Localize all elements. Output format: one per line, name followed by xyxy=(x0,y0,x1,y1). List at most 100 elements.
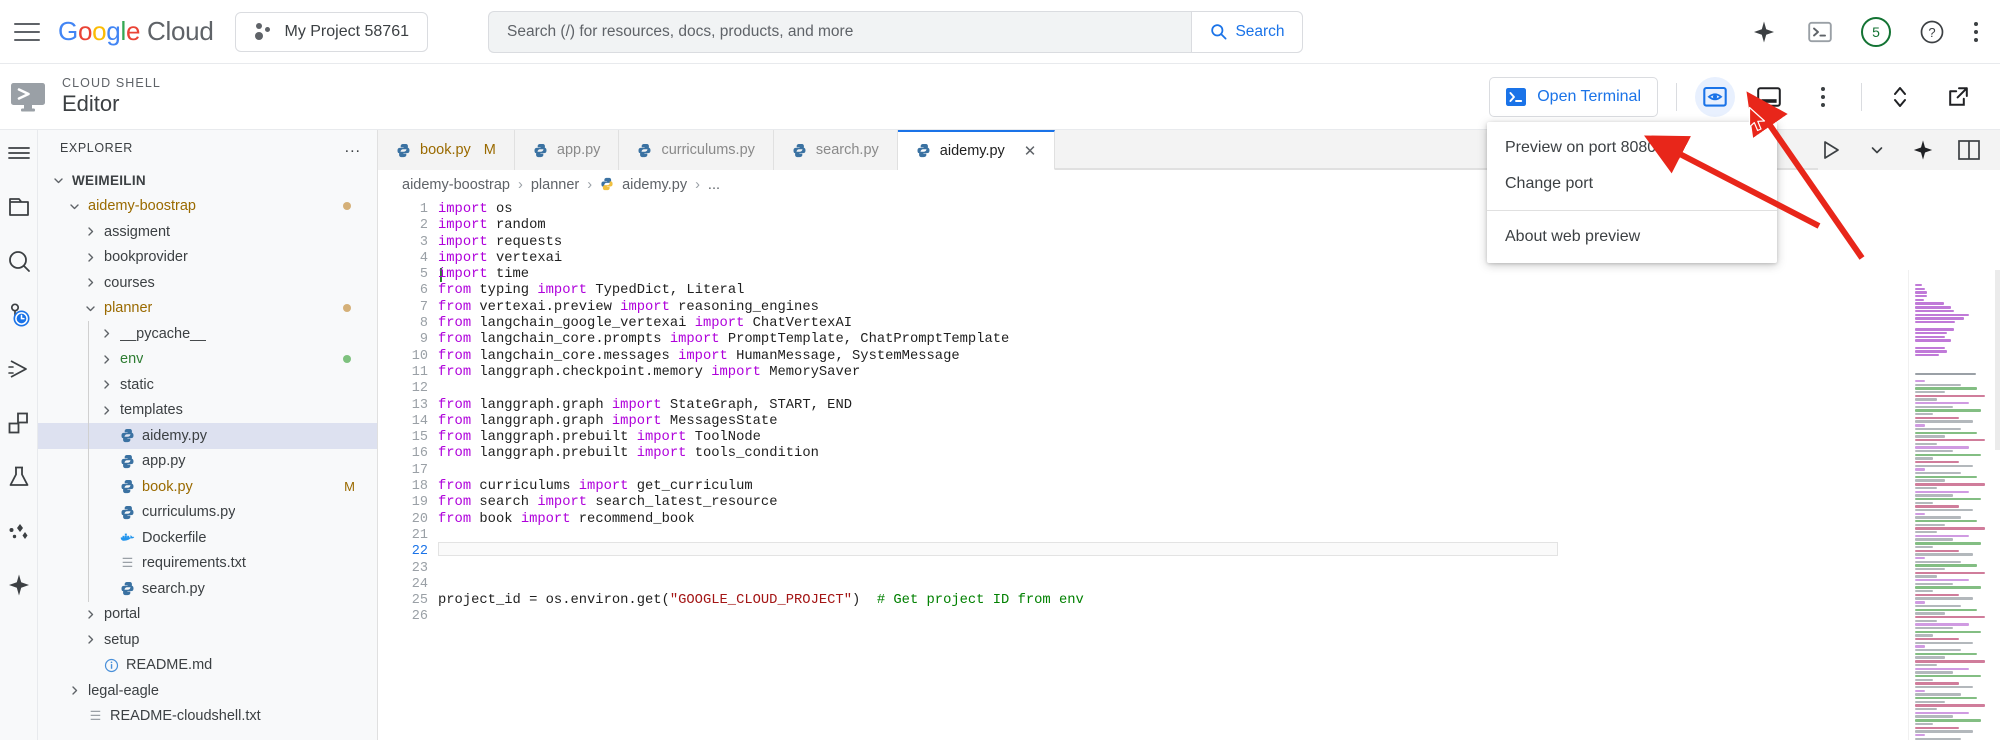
hamburger-menu-icon[interactable] xyxy=(14,23,40,41)
editor-tab-search-py[interactable]: search.py xyxy=(774,130,898,170)
editor-tab-app-py[interactable]: app.py xyxy=(515,130,620,170)
cloud-shell-terminal-icon[interactable] xyxy=(1805,17,1835,47)
minimap-line xyxy=(1915,314,1969,316)
tree-file-aidemy-py[interactable]: aidemy.py xyxy=(38,423,377,449)
breadcrumb-item-2[interactable]: aidemy.py xyxy=(622,177,687,193)
editor-tab-curriculums-py[interactable]: curriculums.py xyxy=(619,130,773,170)
logo-letter-g: G xyxy=(58,16,78,46)
tab-close-icon[interactable]: ✕ xyxy=(1024,142,1037,160)
code-token: PromptTemplate, ChatPromptTemplate xyxy=(728,332,1010,347)
code-token: import xyxy=(612,398,670,413)
help-icon[interactable]: ? xyxy=(1917,17,1947,47)
code-line xyxy=(438,463,2000,479)
tree-folder-static[interactable]: static xyxy=(38,372,377,398)
breadcrumb-item-0[interactable]: aidemy-boostrap xyxy=(402,177,510,193)
tree-folder-env[interactable]: env xyxy=(38,347,377,373)
line-number: 4 xyxy=(378,251,438,267)
menu-item-preview-on-port-8080[interactable]: Preview on port 8080 xyxy=(1487,130,1777,166)
tree-folder-portal[interactable]: portal xyxy=(38,602,377,628)
active-line-highlight-box xyxy=(438,542,1558,556)
minimap-line xyxy=(1915,586,1981,588)
code-token: search_latest_resource xyxy=(595,495,777,510)
tree-file-book-py[interactable]: book.pyM xyxy=(38,474,377,500)
code-token: MessagesState xyxy=(670,414,778,429)
tree-folder-bookprovider[interactable]: bookprovider xyxy=(38,245,377,271)
web-preview-button[interactable] xyxy=(1695,77,1735,117)
open-new-window-button[interactable] xyxy=(1938,77,1978,117)
tree-indent-spacer xyxy=(100,557,113,570)
expand-collapse-button[interactable] xyxy=(1880,77,1920,117)
breadcrumb-item-3[interactable]: ... xyxy=(708,177,720,193)
testing-icon[interactable] xyxy=(6,464,32,490)
gemini-sparkle-icon[interactable] xyxy=(1910,137,1936,163)
menu-item-label: Change port xyxy=(1505,175,1593,193)
tree-folder-courses[interactable]: courses xyxy=(38,270,377,296)
minimap[interactable] xyxy=(1908,270,2000,740)
tree-file-search-py[interactable]: search.py xyxy=(38,576,377,602)
tree-file-app-py[interactable]: app.py xyxy=(38,449,377,475)
line-number: 20 xyxy=(378,512,438,528)
more-options-icon[interactable] xyxy=(1973,22,1978,42)
tree-file-requirements-txt[interactable]: ☰requirements.txt xyxy=(38,551,377,577)
chevron-right-icon xyxy=(84,633,97,646)
chevron-down-icon xyxy=(68,200,81,213)
explorer-more-actions-icon[interactable]: ... xyxy=(345,139,361,157)
tree-folder-aidemy-boostrap[interactable]: aidemy-boostrap xyxy=(38,194,377,220)
gemini-sparkle-icon[interactable] xyxy=(1749,17,1779,47)
minimap-line xyxy=(1915,505,1959,507)
tree-folder-assigment[interactable]: assigment xyxy=(38,219,377,245)
tree-folder-legal-eagle[interactable]: legal-eagle xyxy=(38,678,377,704)
minimap-line xyxy=(1915,620,1937,622)
tree-item-label: README-cloudshell.txt xyxy=(110,708,261,724)
tree-folder-setup[interactable]: setup xyxy=(38,627,377,653)
tree-file-readme-md[interactable]: README.md xyxy=(38,653,377,679)
search-icon[interactable] xyxy=(6,248,32,274)
extensions-icon[interactable] xyxy=(6,410,32,436)
run-and-debug-icon[interactable] xyxy=(6,356,32,382)
editor-actions xyxy=(1818,130,2000,170)
tree-folder-planner[interactable]: planner xyxy=(38,296,377,322)
page-title: Editor xyxy=(62,91,161,117)
minimap-scrollbar[interactable] xyxy=(1995,270,2000,450)
code-token: import xyxy=(670,332,728,347)
menu-item-about-web-preview[interactable]: About web preview xyxy=(1487,219,1777,255)
minimap-line xyxy=(1915,479,1945,481)
minimap-line xyxy=(1915,727,1959,729)
tree-indent-spacer xyxy=(100,455,113,468)
code-token: import xyxy=(438,251,496,266)
tree-folder--pycache-[interactable]: __pycache__ xyxy=(38,321,377,347)
tree-folder-templates[interactable]: templates xyxy=(38,398,377,424)
split-editor-icon[interactable] xyxy=(1956,137,1982,163)
cloud-code-icon[interactable] xyxy=(6,518,32,544)
menu-item-change-port[interactable]: Change port xyxy=(1487,166,1777,202)
cloud-shell-editor-header: CLOUD SHELL Editor Open Terminal xyxy=(0,64,2000,130)
minimap-line xyxy=(1915,446,1969,448)
code-editor[interactable]: 1234567891011121314151617181920212223242… xyxy=(378,200,2000,740)
run-options-chevron-down-icon[interactable] xyxy=(1864,137,1890,163)
tree-file-dockerfile[interactable]: Dockerfile xyxy=(38,525,377,551)
search-input[interactable] xyxy=(488,11,1191,53)
tree-indent-spacer xyxy=(100,429,113,442)
gemini-sparkle-icon[interactable] xyxy=(6,572,32,598)
google-cloud-logo[interactable]: Google Cloud xyxy=(58,16,213,47)
tree-root-weimeilin[interactable]: WEIMEILIN xyxy=(38,168,377,194)
breadcrumb-item-1[interactable]: planner xyxy=(531,177,579,193)
minimap-line xyxy=(1915,284,1922,286)
menu-icon[interactable] xyxy=(6,140,32,166)
editor-tab-book-py[interactable]: book.pyM xyxy=(378,130,515,170)
source-control-icon[interactable] xyxy=(6,302,32,328)
editor-tab-aidemy-py[interactable]: aidemy.py✕ xyxy=(898,130,1056,170)
tree-file-readme-cloudshell-txt[interactable]: ☰README-cloudshell.txt xyxy=(38,704,377,730)
tree-file-curriculums-py[interactable]: curriculums.py xyxy=(38,500,377,526)
run-button[interactable] xyxy=(1818,137,1844,163)
code-content[interactable]: import osimport randomimport requestsimp… xyxy=(438,200,2000,740)
search-button[interactable]: Search xyxy=(1191,11,1303,53)
explorer-icon[interactable] xyxy=(6,194,32,220)
code-token: import xyxy=(438,202,496,217)
tree-item-label: search.py xyxy=(142,581,205,597)
open-terminal-button[interactable]: Open Terminal xyxy=(1489,77,1658,117)
editor-more-options-button[interactable] xyxy=(1803,77,1843,117)
project-selector-chip[interactable]: My Project 58761 xyxy=(235,12,428,52)
notifications-badge[interactable]: 5 xyxy=(1861,17,1891,47)
chevron-right-icon xyxy=(100,327,113,340)
